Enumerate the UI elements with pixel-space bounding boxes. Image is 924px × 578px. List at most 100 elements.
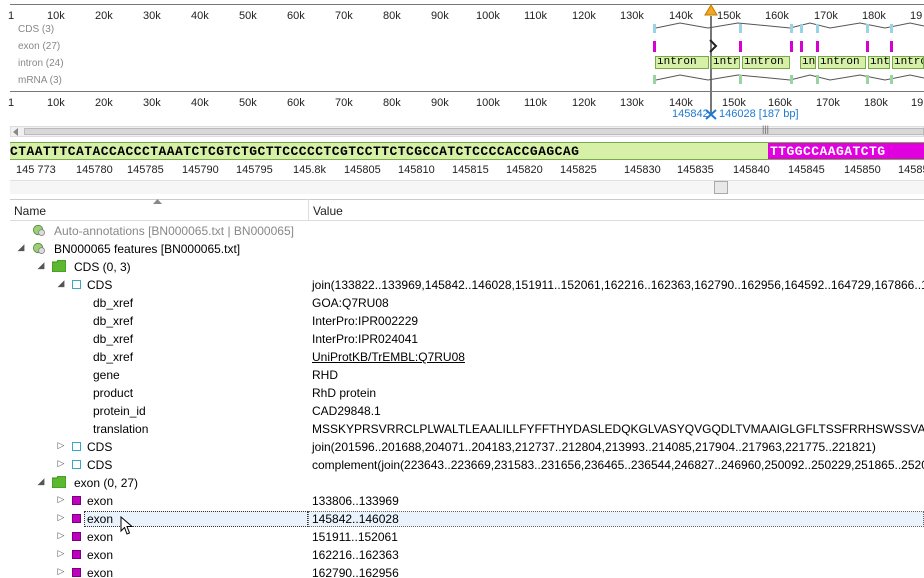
row-value: join(201596..201688,204071..204183,21273… [312,440,876,454]
ruler-label: 130k [620,10,644,22]
intron-segment[interactable]: intron [818,56,866,69]
overview-scroll-thumb[interactable] [24,128,924,135]
ruler-label: 80k [383,97,401,109]
mrna-segment[interactable] [866,75,869,84]
expand-arrow-icon[interactable]: ▷ [56,566,66,577]
table-row[interactable]: Auto-annotations [BN000065.txt | BN00006… [10,222,924,240]
exon-segment[interactable] [739,41,742,52]
intron-segment[interactable]: intro [868,56,890,69]
expand-arrow-icon[interactable]: ▷ [56,512,66,523]
selection-close-icon[interactable] [704,108,718,121]
table-row[interactable]: ◢ exon (0, 27) [10,474,924,492]
mrna-segment[interactable] [790,75,793,84]
intron-segment[interactable]: intron [892,56,924,69]
cds-segment[interactable] [800,24,803,33]
column-header-value[interactable]: Value [313,204,343,218]
expand-arrow-icon[interactable]: ▷ [56,548,66,559]
mrna-segment[interactable] [739,75,742,84]
row-name: db_xref [93,332,134,346]
sequence-highlight[interactable]: TTGGCCAAGATCTG [768,143,924,159]
table-row[interactable]: product RhD protein [10,384,924,402]
table-row[interactable]: ▷ CDS complement(join(223643..223669,231… [10,456,924,474]
exon-segment[interactable] [800,41,803,52]
collapse-arrow-icon[interactable]: ◢ [16,242,26,253]
table-row[interactable]: db_xref UniProtKB/TrEMBL:Q7RU08 [10,348,924,366]
collapse-arrow-icon[interactable]: ◢ [36,476,46,487]
exon-segment[interactable] [790,41,793,52]
table-row[interactable]: translation MSSKYPRSVRRCLPLWALTLEAALILLF… [10,420,924,438]
mrna-segment[interactable] [890,75,893,84]
overview-ruler: 1 10k 20k 30k 40k 50k 60k 70k 80k 90k 10… [0,91,924,109]
expand-arrow-icon[interactable]: ▷ [56,458,66,469]
ruler-label: 10k [47,97,65,109]
selection-extent-label: 146028 [187 bp] [719,108,799,120]
seq-ruler-label: 145790 [182,164,219,176]
expand-arrow-icon[interactable]: ▷ [56,530,66,541]
cds-segment[interactable] [790,24,793,33]
seq-ruler-label: 145805 [344,164,381,176]
row-name: CDS [87,278,113,292]
cds-segment[interactable] [816,24,819,33]
annotation-globe-icon [32,224,45,236]
mrna-segment[interactable] [816,75,819,84]
ruler-label: 50k [239,10,257,22]
column-separator[interactable] [308,199,309,221]
ruler-label: 90k [431,97,449,109]
table-row[interactable]: gene RHD [10,366,924,384]
expand-arrow-icon[interactable]: ▷ [56,440,66,451]
row-value: complement(join(223643..223669,231583..2… [312,458,924,472]
seq-ruler-label: 145840 [733,164,770,176]
table-row[interactable]: ▷ CDS join(201596..201688,204071..204183… [10,438,924,456]
seq-ruler-label: 145810 [398,164,435,176]
cds-segment[interactable] [739,24,742,33]
selection-highlight [84,511,308,527]
sequence-scroll-thumb[interactable] [714,181,728,194]
folder-icon [52,260,66,272]
seq-ruler-label: 145795 [236,164,273,176]
intron-segment[interactable]: intr [800,56,816,69]
intron-segment[interactable]: intron [742,56,790,69]
ruler-label: 130k [620,97,644,109]
collapse-arrow-icon[interactable]: ◢ [56,278,66,289]
table-row[interactable]: db_xref GOA:Q7RU08 [10,294,924,312]
sequence-bar[interactable]: CTAATTTCATACCACCCTAAATCTCGTCTGCTTCCCCCTC… [10,142,924,160]
sequence-scrollbar[interactable] [10,180,924,194]
table-row[interactable]: ▷ exon 151911..152061 [10,528,924,546]
row-value: 133806..133969 [312,494,399,508]
exon-segment[interactable] [890,41,893,52]
column-header-name[interactable]: Name [14,204,46,218]
row-name: db_xref [93,350,134,364]
cds-segment[interactable] [653,24,656,33]
intron-segment[interactable]: intron [711,56,740,69]
cds-feature-icon [72,280,81,289]
table-row[interactable]: ▷ exon 162216..162363 [10,546,924,564]
table-row[interactable]: ◢ CDS join(133822..133969,145842..146028… [10,276,924,294]
exon-segment[interactable] [816,41,819,52]
collapse-arrow-icon[interactable]: ◢ [36,260,46,271]
cds-segment[interactable] [866,24,869,33]
cds-feature-icon [72,460,81,469]
table-row[interactable]: ▷ exon 162790..162956 [10,564,924,578]
table-row[interactable]: ▷ exon 133806..133969 [10,492,924,510]
exon-segment[interactable] [866,41,869,52]
seq-ruler-label: 145 773 [16,164,56,176]
table-row[interactable]: ◢ CDS (0, 3) [10,258,924,276]
scroll-left-arrow-icon[interactable] [12,128,20,136]
uniprot-link[interactable]: UniProtKB/TrEMBL:Q7RU08 [312,350,465,364]
seq-ruler-label: 145825 [560,164,597,176]
expand-arrow-icon[interactable]: ▷ [56,494,66,505]
exon-feature-icon [72,532,81,541]
mrna-segment[interactable] [653,75,656,84]
track-label-intron: intron (24) [18,58,64,69]
exon-segment[interactable] [653,41,656,52]
table-row[interactable]: ◢ BN000065 features [BN000065.txt] [10,240,924,258]
cds-segment[interactable] [890,24,893,33]
ruler-label: 70k [335,10,353,22]
folder-icon [52,476,66,488]
intron-segment[interactable]: intron [655,56,709,69]
table-row-selected[interactable]: ▷ exon 145842..146028 [10,510,924,528]
table-row[interactable]: db_xref InterPro:IPR024041 [10,330,924,348]
table-row[interactable]: protein_id CAD29848.1 [10,402,924,420]
table-row[interactable]: db_xref InterPro:IPR002229 [10,312,924,330]
selection-marker-icon[interactable] [704,4,718,16]
